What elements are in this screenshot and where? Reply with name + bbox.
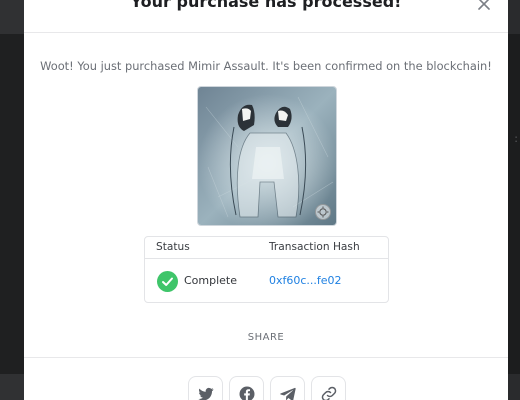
purchase-success-modal: Your purchase has processed! Woot! You j… xyxy=(24,0,508,400)
page-backdrop-left xyxy=(0,0,24,400)
status-column-header: Status xyxy=(156,241,190,253)
modal-header: Your purchase has processed! xyxy=(24,0,508,33)
divider xyxy=(24,357,508,358)
close-button[interactable] xyxy=(474,0,494,14)
expand-icon[interactable] xyxy=(315,204,331,220)
expand-glyph xyxy=(317,206,329,218)
share-telegram-button[interactable] xyxy=(270,376,305,400)
copy-link-button[interactable] xyxy=(311,376,346,400)
share-label: SHARE xyxy=(247,332,285,343)
twitter-icon xyxy=(198,387,214,400)
table-header: Status Transaction Hash xyxy=(145,237,388,259)
transaction-hash-link[interactable]: 0xf60c...fe02 xyxy=(269,274,342,287)
telegram-icon xyxy=(280,387,296,400)
share-twitter-button[interactable] xyxy=(188,376,223,400)
backdrop-panel xyxy=(0,34,24,374)
hash-column-header: Transaction Hash xyxy=(269,241,360,253)
check-glyph xyxy=(162,277,173,286)
modal-title: Your purchase has processed! xyxy=(130,0,402,11)
table-row: Complete 0xf60c...fe02 xyxy=(145,260,388,302)
check-circle-icon xyxy=(157,271,178,292)
share-facebook-button[interactable] xyxy=(229,376,264,400)
backdrop-fragment: : xyxy=(514,132,518,145)
facebook-icon xyxy=(239,386,255,400)
transaction-status-table: Status Transaction Hash Complete 0xf60c.… xyxy=(144,236,389,303)
purchase-message: Woot! You just purchased Mimir Assault. … xyxy=(40,59,492,73)
status-value: Complete xyxy=(184,274,238,287)
link-icon xyxy=(321,386,337,400)
close-icon xyxy=(478,0,490,10)
nft-artwork[interactable] xyxy=(197,86,337,226)
